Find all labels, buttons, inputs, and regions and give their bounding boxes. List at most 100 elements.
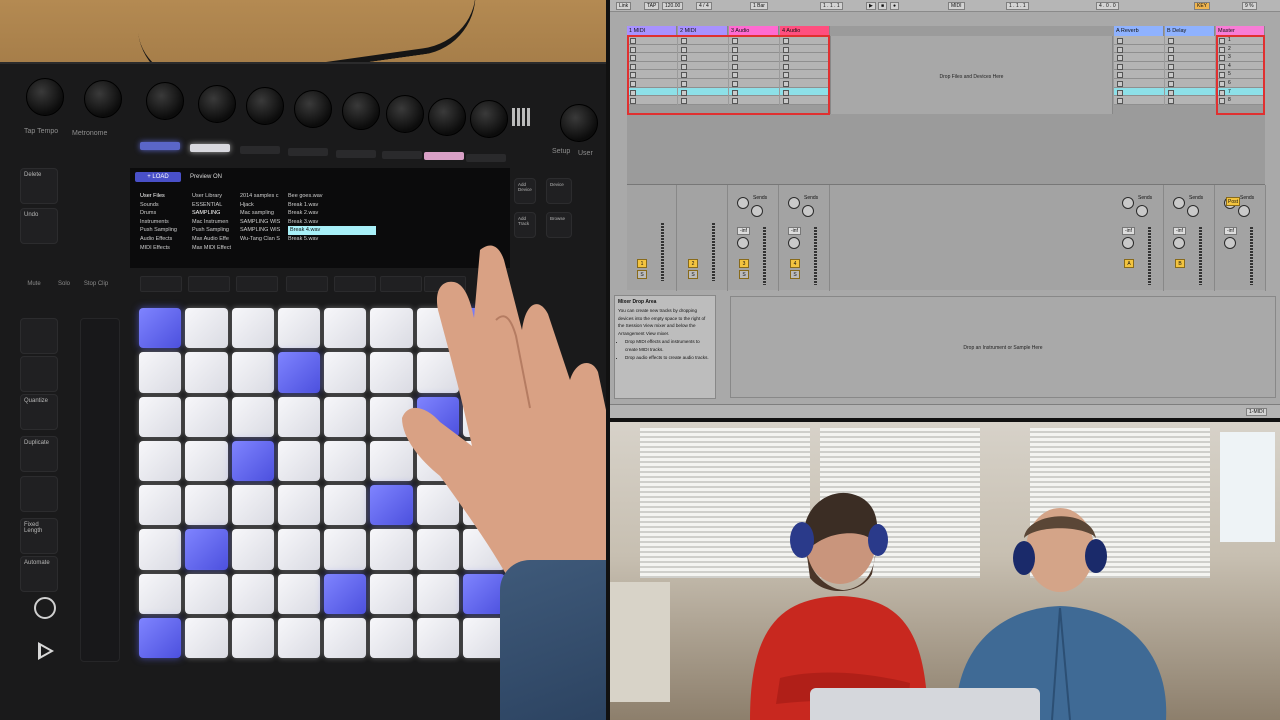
clip-slot[interactable] (1114, 53, 1164, 62)
side-button[interactable] (20, 318, 58, 354)
play-icon[interactable] (38, 642, 54, 660)
add-device-button[interactable]: Add Device (514, 178, 536, 204)
track-activator-button[interactable]: 3 (739, 259, 749, 268)
send-a-knob[interactable] (788, 197, 800, 209)
browse-button[interactable]: Browse (546, 212, 572, 238)
drum-pad[interactable] (277, 573, 320, 614)
stop-clip-button[interactable]: Stop Clip (80, 281, 112, 287)
signature-field[interactable]: 4 / 4 (696, 2, 712, 10)
encoder-knob[interactable] (342, 92, 380, 130)
play-button[interactable]: ▶ (866, 2, 876, 10)
quantize-button[interactable]: Quantize (20, 394, 58, 430)
drum-pad[interactable] (231, 573, 274, 614)
solo-button[interactable]: Solo (48, 281, 80, 287)
mute-button[interactable]: Mute (18, 281, 50, 287)
drum-pad[interactable] (324, 573, 367, 614)
volume-field[interactable]: -inf (1122, 227, 1135, 235)
clip-slot[interactable] (1165, 87, 1215, 97)
record-button[interactable] (34, 597, 56, 619)
display-select-button[interactable] (424, 152, 464, 160)
encoder-knob[interactable] (146, 82, 184, 120)
drum-pad[interactable] (185, 573, 228, 614)
drum-pad[interactable] (277, 485, 320, 526)
drum-pad[interactable] (185, 617, 228, 658)
send-a-knob[interactable] (737, 197, 749, 209)
display-select-button[interactable] (288, 148, 328, 156)
clip-slot[interactable] (1165, 96, 1215, 105)
pan-knob[interactable] (1173, 237, 1185, 249)
tap-button[interactable]: TAP (644, 2, 660, 10)
drum-pad[interactable] (185, 396, 228, 437)
midi-overdub-button[interactable]: MIDI (948, 2, 965, 10)
clip-slot[interactable] (1114, 87, 1164, 97)
pan-knob[interactable] (737, 237, 749, 249)
track-button[interactable] (140, 276, 182, 292)
track-button[interactable] (286, 276, 328, 292)
drum-pad[interactable] (185, 529, 228, 570)
encoder-knob[interactable] (560, 104, 598, 142)
display-select-button[interactable] (336, 150, 376, 158)
drum-pad[interactable] (231, 529, 274, 570)
drum-pad[interactable] (139, 617, 182, 658)
return-track-title[interactable]: B Delay (1165, 26, 1215, 36)
track-button[interactable] (334, 276, 376, 292)
touch-strip[interactable] (80, 318, 120, 662)
display-select-button[interactable] (382, 151, 422, 159)
tempo-field[interactable]: 120.00 (662, 2, 684, 10)
delete-button[interactable]: Delete (20, 168, 58, 204)
drum-pad[interactable] (185, 352, 228, 393)
drum-pad[interactable] (231, 308, 274, 349)
drum-pad[interactable] (324, 440, 367, 481)
drum-pad[interactable] (139, 352, 182, 393)
drum-pad[interactable] (139, 396, 182, 437)
track-activator-button[interactable]: 2 (688, 259, 698, 268)
clip-slot[interactable] (1165, 44, 1215, 54)
send-b-knob[interactable] (1187, 205, 1199, 217)
clip-slot[interactable] (1165, 78, 1215, 88)
clip-slot[interactable] (1165, 36, 1215, 45)
volume-field[interactable]: -inf (1224, 227, 1237, 235)
volume-field[interactable]: -inf (1173, 227, 1186, 235)
undo-button[interactable]: Undo (20, 208, 58, 244)
send-a-knob[interactable] (1122, 197, 1134, 209)
clip-slot[interactable] (1114, 70, 1164, 79)
send-b-knob[interactable] (1238, 205, 1250, 217)
drum-pad[interactable] (324, 485, 367, 526)
record-button[interactable]: ● (890, 2, 900, 10)
drum-pad[interactable] (231, 485, 274, 526)
add-track-button[interactable]: Add Track (514, 212, 536, 238)
clip-slot[interactable] (1114, 61, 1164, 71)
drum-pad[interactable] (324, 529, 367, 570)
pan-knob[interactable] (788, 237, 800, 249)
send-b-knob[interactable] (751, 205, 763, 217)
drum-pad[interactable] (324, 308, 367, 349)
send-b-knob[interactable] (802, 205, 814, 217)
send-a-knob[interactable] (1173, 197, 1185, 209)
track-button[interactable] (236, 276, 278, 292)
session-drop-area[interactable]: Drop Files and Devices Here (830, 36, 1113, 114)
drum-pad[interactable] (185, 485, 228, 526)
encoder-knob[interactable] (470, 100, 508, 138)
track-activator-button[interactable]: A (1124, 259, 1134, 268)
pan-knob[interactable] (1122, 237, 1134, 249)
encoder-knob[interactable] (198, 85, 236, 123)
drum-pad[interactable] (139, 573, 182, 614)
drum-pad[interactable] (185, 440, 228, 481)
drum-pad[interactable] (185, 308, 228, 349)
fixed-length-button[interactable]: Fixed Length (20, 518, 58, 554)
side-button[interactable] (20, 476, 58, 512)
setup-label[interactable]: Setup (552, 148, 570, 155)
drum-pad[interactable] (139, 440, 182, 481)
drum-pad[interactable] (231, 440, 274, 481)
clip-slot[interactable] (1165, 61, 1215, 71)
stop-button[interactable]: ■ (878, 2, 888, 10)
clip-slot[interactable] (1114, 44, 1164, 54)
encoder-knob[interactable] (246, 87, 284, 125)
solo-button[interactable]: S (790, 270, 800, 279)
drum-pad[interactable] (277, 440, 320, 481)
drum-pad[interactable] (231, 396, 274, 437)
clip-slot[interactable] (1165, 53, 1215, 62)
display-select-button[interactable] (466, 154, 506, 162)
automate-button[interactable]: Automate (20, 556, 58, 592)
drum-pad[interactable] (324, 396, 367, 437)
